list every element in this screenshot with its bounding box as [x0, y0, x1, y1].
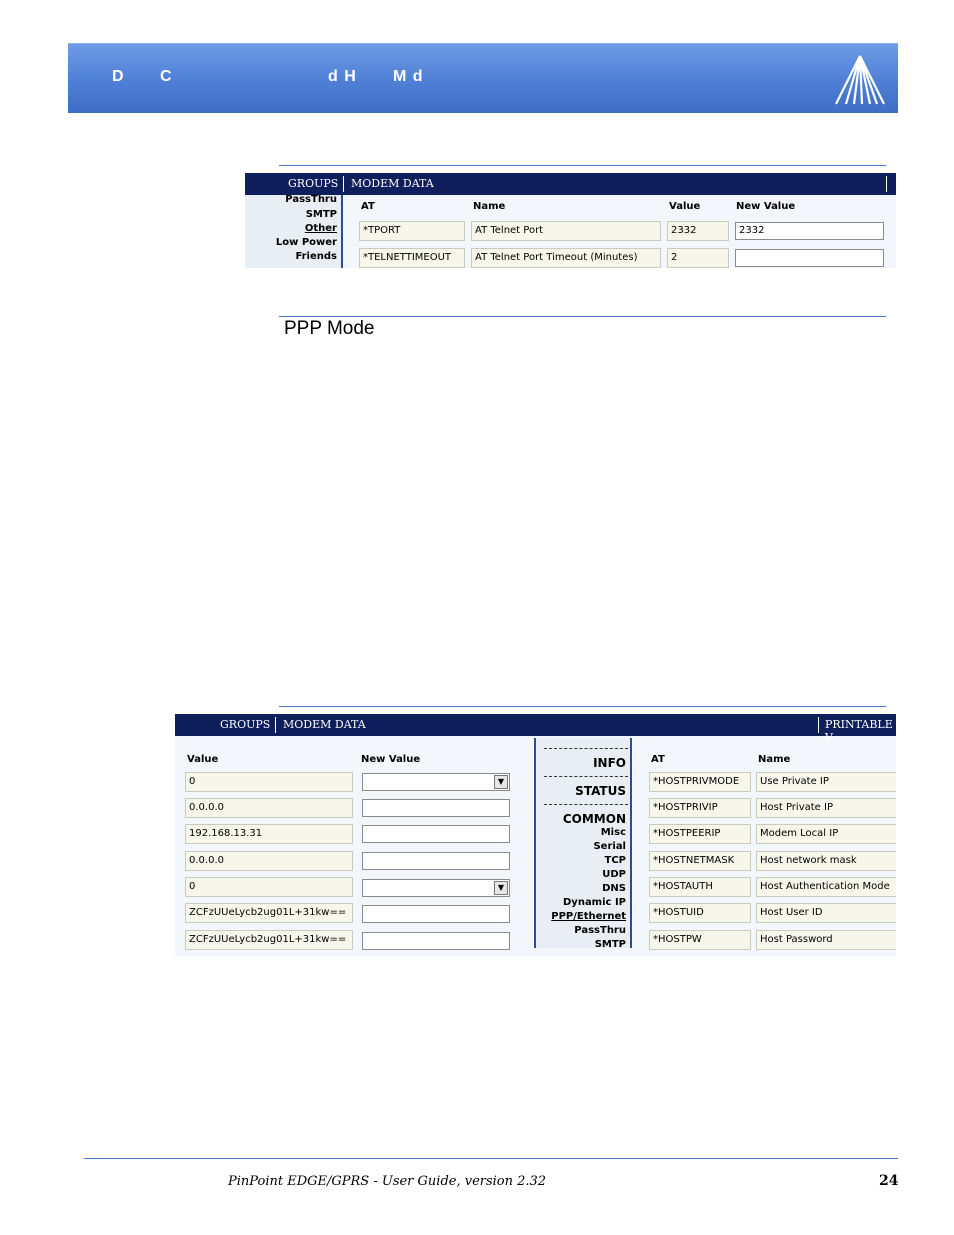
- menu-item-smtp[interactable]: SMTP: [595, 939, 626, 950]
- header-fragment-1: d H: [328, 68, 357, 85]
- menu-item-tcp[interactable]: TCP: [605, 855, 627, 866]
- at-hostprivip: *HOSTPRIVIP: [649, 798, 751, 818]
- group-menu: INFO STATUS COMMON Misc Serial TCP UDP D…: [534, 738, 632, 950]
- menu-item-dns[interactable]: DNS: [602, 883, 626, 894]
- menu-item-other[interactable]: Other: [305, 223, 337, 234]
- menu-item-misc[interactable]: Misc: [601, 827, 626, 838]
- nav-modem-data[interactable]: MODEM DATA: [351, 177, 434, 190]
- at-hostnetmask: *HOSTNETMASK: [649, 851, 751, 871]
- nav-modem-data[interactable]: MODEM DATA: [283, 718, 366, 731]
- new-value-hostnetmask-input[interactable]: [362, 852, 510, 870]
- menu-item-serial[interactable]: Serial: [593, 841, 626, 852]
- at-hostpw: *HOSTPW: [649, 930, 751, 950]
- nav-bar: GROUPS MODEM DATA: [245, 173, 896, 195]
- column-header-value: Value: [669, 201, 701, 212]
- row-at-tport: *TPORT: [359, 221, 465, 241]
- nav-separator: [886, 176, 887, 192]
- value-hostnetmask: 0.0.0.0: [185, 851, 353, 871]
- column-header-name: Name: [473, 201, 506, 212]
- name-hostuid: Host User ID: [756, 903, 896, 923]
- group-menu: PassThru SMTP Other Low Power Friends: [245, 194, 343, 268]
- new-value-telnet-port-input[interactable]: 2332: [735, 222, 884, 240]
- header-char-d: D: [112, 68, 125, 85]
- nav-groups[interactable]: GROUPS: [288, 177, 338, 190]
- section-title-ppp-mode: PPP Mode: [284, 318, 375, 339]
- at-hostauth: *HOSTAUTH: [649, 877, 751, 897]
- menu-item-smtp[interactable]: SMTP: [306, 209, 337, 220]
- name-hostprivmode: Use Private IP: [756, 772, 896, 792]
- name-hostprivip: Host Private IP: [756, 798, 896, 818]
- menu-item-low-power[interactable]: Low Power: [276, 237, 337, 248]
- footer-text: PinPoint EDGE/GPRS - User Guide, version…: [228, 1174, 547, 1189]
- new-value-hostuid-input[interactable]: [362, 905, 510, 923]
- new-value-telnet-timeout-input[interactable]: [735, 249, 884, 267]
- header-fragment-2: M d: [393, 68, 424, 85]
- modem-data-screenshot-2: GROUPS MODEM DATA PRINTABLE V Value New …: [175, 714, 896, 956]
- value-hostprivmode: 0: [185, 772, 353, 792]
- nav-separator: [343, 176, 344, 192]
- row-at-telnettimeout: *TELNETTIMEOUT: [359, 248, 465, 268]
- column-header-new-value: New Value: [736, 201, 796, 212]
- at-hostuid: *HOSTUID: [649, 903, 751, 923]
- figure-rule-top-2: [279, 706, 886, 707]
- menu-item-passthru[interactable]: PassThru: [285, 194, 337, 205]
- at-hostprivmode: *HOSTPRIVMODE: [649, 772, 751, 792]
- row-value-telnet-port: 2332: [667, 221, 729, 241]
- at-hostpeerip: *HOSTPEERIP: [649, 824, 751, 844]
- new-value-hostprivmode-select[interactable]: ▼: [362, 773, 510, 791]
- header-char-c: C: [160, 68, 173, 85]
- row-name-telnet-timeout: AT Telnet Port Timeout (Minutes): [471, 248, 661, 268]
- menu-item-ppp-ethernet[interactable]: PPP/Ethernet: [551, 911, 626, 922]
- modem-data-screenshot-1: GROUPS MODEM DATA PassThru SMTP Other Lo…: [245, 173, 896, 268]
- company-logo-icon: [835, 55, 885, 105]
- menu-divider: [544, 776, 628, 777]
- value-hostpeerip: 192.168.13.31: [185, 824, 353, 844]
- new-value-hostprivip-input[interactable]: [362, 799, 510, 817]
- value-hostuid: ZCFzUUeLycb2ug01L+31kw==: [185, 903, 353, 923]
- menu-item-common[interactable]: COMMON: [563, 812, 626, 826]
- column-header-name: Name: [758, 754, 791, 765]
- nav-groups[interactable]: GROUPS: [220, 718, 270, 731]
- new-value-hostauth-select[interactable]: ▼: [362, 879, 510, 897]
- header-banner: D C d H M d: [68, 43, 898, 113]
- section-rule: [279, 316, 886, 317]
- nav-bar: GROUPS MODEM DATA PRINTABLE V: [175, 714, 896, 744]
- column-header-value: Value: [187, 754, 219, 765]
- menu-item-status[interactable]: STATUS: [575, 784, 626, 798]
- nav-printable-view[interactable]: PRINTABLE V: [825, 718, 896, 744]
- name-hostpw: Host Password: [756, 930, 896, 950]
- name-hostnetmask: Host network mask: [756, 851, 896, 871]
- chevron-down-icon[interactable]: ▼: [494, 775, 508, 789]
- new-value-hostpeerip-input[interactable]: [362, 825, 510, 843]
- column-header-new-value: New Value: [361, 754, 421, 765]
- menu-item-udp[interactable]: UDP: [602, 869, 626, 880]
- new-value-hostpw-input[interactable]: [362, 932, 510, 950]
- column-header-at: AT: [651, 754, 665, 765]
- column-header-at: AT: [361, 201, 375, 212]
- page-number: 24: [879, 1173, 899, 1189]
- name-hostauth: Host Authentication Mode: [756, 877, 896, 897]
- name-hostpeerip: Modem Local IP: [756, 824, 896, 844]
- nav-separator: [275, 717, 276, 733]
- menu-divider: [544, 804, 628, 805]
- menu-item-passthru[interactable]: PassThru: [574, 925, 626, 936]
- row-value-telnet-timeout: 2: [667, 248, 729, 268]
- menu-item-dynamic-ip[interactable]: Dynamic IP: [563, 897, 626, 908]
- value-hostprivip: 0.0.0.0: [185, 798, 353, 818]
- nav-separator: [818, 717, 819, 733]
- row-name-telnet-port: AT Telnet Port: [471, 221, 661, 241]
- menu-item-info[interactable]: INFO: [593, 756, 626, 770]
- menu-divider: [544, 748, 628, 749]
- value-hostauth: 0: [185, 877, 353, 897]
- value-hostpw: ZCFzUUeLycb2ug01L+31kw==: [185, 930, 353, 950]
- figure-rule-top-1: [279, 165, 886, 166]
- chevron-down-icon[interactable]: ▼: [494, 881, 508, 895]
- menu-item-friends[interactable]: Friends: [295, 251, 337, 262]
- footer-rule: [84, 1158, 898, 1159]
